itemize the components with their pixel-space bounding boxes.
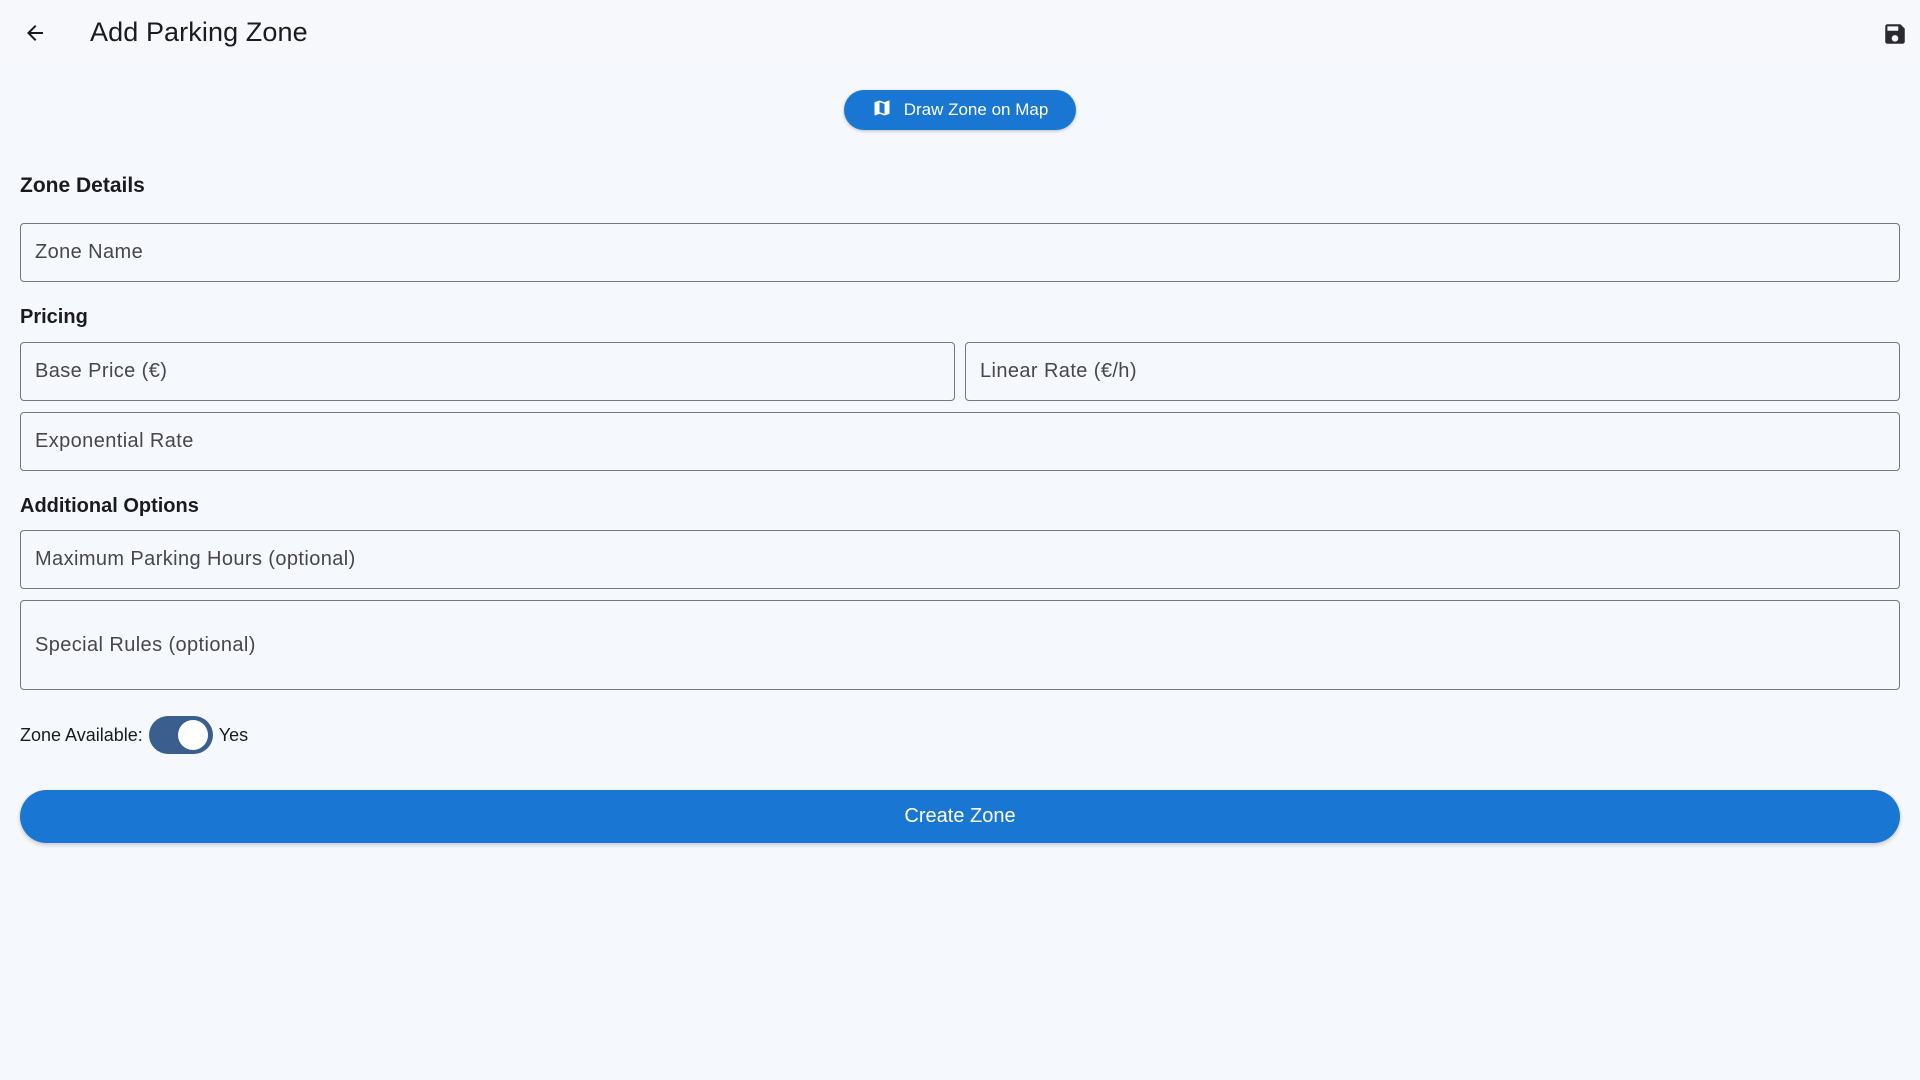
page-title: Add Parking Zone bbox=[90, 17, 308, 47]
zone-available-row: Zone Available: Yes bbox=[20, 716, 248, 754]
zone-details-heading: Zone Details bbox=[20, 174, 145, 197]
special-rules-label: Special Rules (optional) bbox=[35, 633, 256, 656]
additional-options-heading: Additional Options bbox=[20, 495, 199, 517]
arrow-left-icon bbox=[23, 21, 47, 50]
back-button[interactable] bbox=[15, 15, 55, 55]
zone-name-label: Zone Name bbox=[35, 241, 144, 263]
max-parking-hours-field[interactable]: Maximum Parking Hours (optional) bbox=[20, 530, 1900, 589]
draw-zone-label: Draw Zone on Map bbox=[903, 100, 1049, 119]
create-zone-label: Create Zone bbox=[904, 805, 1016, 827]
map-icon bbox=[872, 98, 892, 123]
linear-rate-label: Linear Rate (€/h) bbox=[980, 360, 1137, 382]
draw-zone-on-map-button[interactable]: Draw Zone on Map bbox=[844, 90, 1076, 130]
exponential-rate-label: Exponential Rate bbox=[35, 430, 194, 452]
exponential-rate-field[interactable]: Exponential Rate bbox=[20, 412, 1900, 471]
app-bar: Add Parking Zone bbox=[0, 0, 1920, 70]
switch-thumb bbox=[177, 720, 208, 750]
pricing-heading: Pricing bbox=[20, 306, 88, 328]
create-zone-button[interactable]: Create Zone bbox=[20, 790, 1900, 843]
zone-available-state: Yes bbox=[218, 724, 249, 745]
max-parking-hours-label: Maximum Parking Hours (optional) bbox=[35, 548, 356, 570]
base-price-label: Base Price (€) bbox=[35, 360, 168, 382]
zone-name-field[interactable]: Zone Name bbox=[20, 223, 1900, 282]
zone-available-switch[interactable] bbox=[148, 716, 213, 754]
zone-available-label: Zone Available: bbox=[20, 724, 143, 745]
floppy-disk-icon bbox=[1882, 21, 1908, 52]
base-price-field[interactable]: Base Price (€) bbox=[20, 342, 955, 401]
special-rules-field[interactable]: Special Rules (optional) bbox=[20, 600, 1900, 690]
linear-rate-field[interactable]: Linear Rate (€/h) bbox=[965, 342, 1900, 401]
save-button[interactable] bbox=[1875, 16, 1915, 56]
